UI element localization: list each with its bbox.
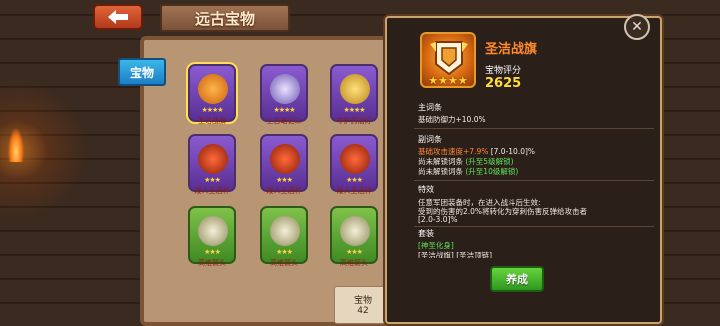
- arrowhead-icon: [270, 216, 300, 246]
- treasure-card-label: 守护药油灯: [336, 117, 372, 125]
- goblet-icon: [340, 144, 370, 174]
- treasure-card[interactable]: ★★★★: [330, 64, 378, 122]
- item-name: 圣洁战旗: [485, 42, 538, 57]
- treasure-card[interactable]: ★★★: [188, 134, 236, 192]
- treasure-card-label: 圣洁战旗: [198, 117, 226, 125]
- treasure-card-label: 高维箭头: [340, 259, 368, 267]
- page-title: 远古宝物: [160, 4, 290, 32]
- sub-attr-heading: 副词条: [418, 135, 442, 144]
- treasure-card[interactable]: ★★★: [260, 134, 308, 192]
- divider: [414, 128, 654, 129]
- divider: [414, 180, 654, 181]
- sub-attr-1-range: [7.0-10.0]%: [488, 147, 536, 156]
- banner-emblem-icon: [430, 41, 468, 76]
- treasure-card[interactable]: ★★★: [188, 206, 236, 264]
- item-star-rating: ★★★★: [428, 74, 468, 87]
- treasure-card-label: 上古笔记二: [266, 117, 302, 125]
- treasure-card-label: 矮人圣酒杯: [194, 187, 230, 195]
- rating-value: 2625: [485, 76, 522, 91]
- set-heading: 套装: [418, 229, 434, 238]
- back-arrow-icon: [108, 10, 128, 24]
- treasure-card-label: 高维箭头: [198, 259, 226, 267]
- back-button[interactable]: [93, 4, 143, 30]
- close-button[interactable]: ✕: [624, 14, 650, 40]
- book-icon: [270, 74, 300, 104]
- sub-attr-1-text: 基础攻击速度+7.9%: [418, 147, 489, 156]
- rating-label: 宝物评分: [485, 66, 522, 76]
- goblet-icon: [270, 144, 300, 174]
- arrowhead-icon: [340, 216, 370, 246]
- sub-attr-3-text: 尚未解锁词条: [418, 167, 463, 176]
- treasure-card[interactable]: ★★★: [330, 134, 378, 192]
- treasure-card-label: 高维箭头: [270, 259, 298, 267]
- lamp-icon: [340, 74, 370, 104]
- treasure-card[interactable]: ★★★: [260, 206, 308, 264]
- treasure-count-label: 宝物: [353, 296, 372, 306]
- main-attr-heading: 主词条: [418, 103, 442, 112]
- goblet-icon: [198, 144, 228, 174]
- treasure-count-badge: 宝物 42: [334, 286, 392, 324]
- treasure-card-label: 矮人圣酒杯: [336, 187, 372, 195]
- sub-attr-2-text: 尚未解锁词条: [418, 157, 463, 166]
- divider: [414, 226, 654, 227]
- treasure-card[interactable]: ★★★★: [260, 64, 308, 122]
- tab-treasure[interactable]: 宝物: [118, 58, 166, 86]
- effect-heading: 特效: [418, 185, 434, 194]
- sub-attr-3: 尚未解锁词条 (升至10级解锁): [418, 166, 654, 177]
- treasure-card-label: 矮人圣酒杯: [266, 187, 302, 195]
- treasure-card[interactable]: ★★★: [330, 206, 378, 264]
- sub-attr-3-unlock-note: (升至10级解锁): [463, 167, 519, 176]
- cultivate-button[interactable]: 养成: [490, 266, 544, 292]
- close-icon: ✕: [631, 19, 643, 35]
- sub-attr-2-unlock-note: (升至5级解锁): [463, 157, 514, 166]
- arrowhead-icon: [198, 216, 228, 246]
- banner-icon: [198, 74, 228, 104]
- effect-line-3: [2.0-3.0]%: [418, 215, 458, 224]
- torch-icon: [8, 128, 24, 162]
- set-pieces: [圣洁战旗] [圣洁顶链]: [418, 251, 493, 258]
- main-attr-value: 基础防御力+10.0%: [418, 115, 486, 124]
- treasure-card[interactable]: ★★★★: [186, 62, 238, 124]
- treasure-count-value: 42: [357, 306, 369, 316]
